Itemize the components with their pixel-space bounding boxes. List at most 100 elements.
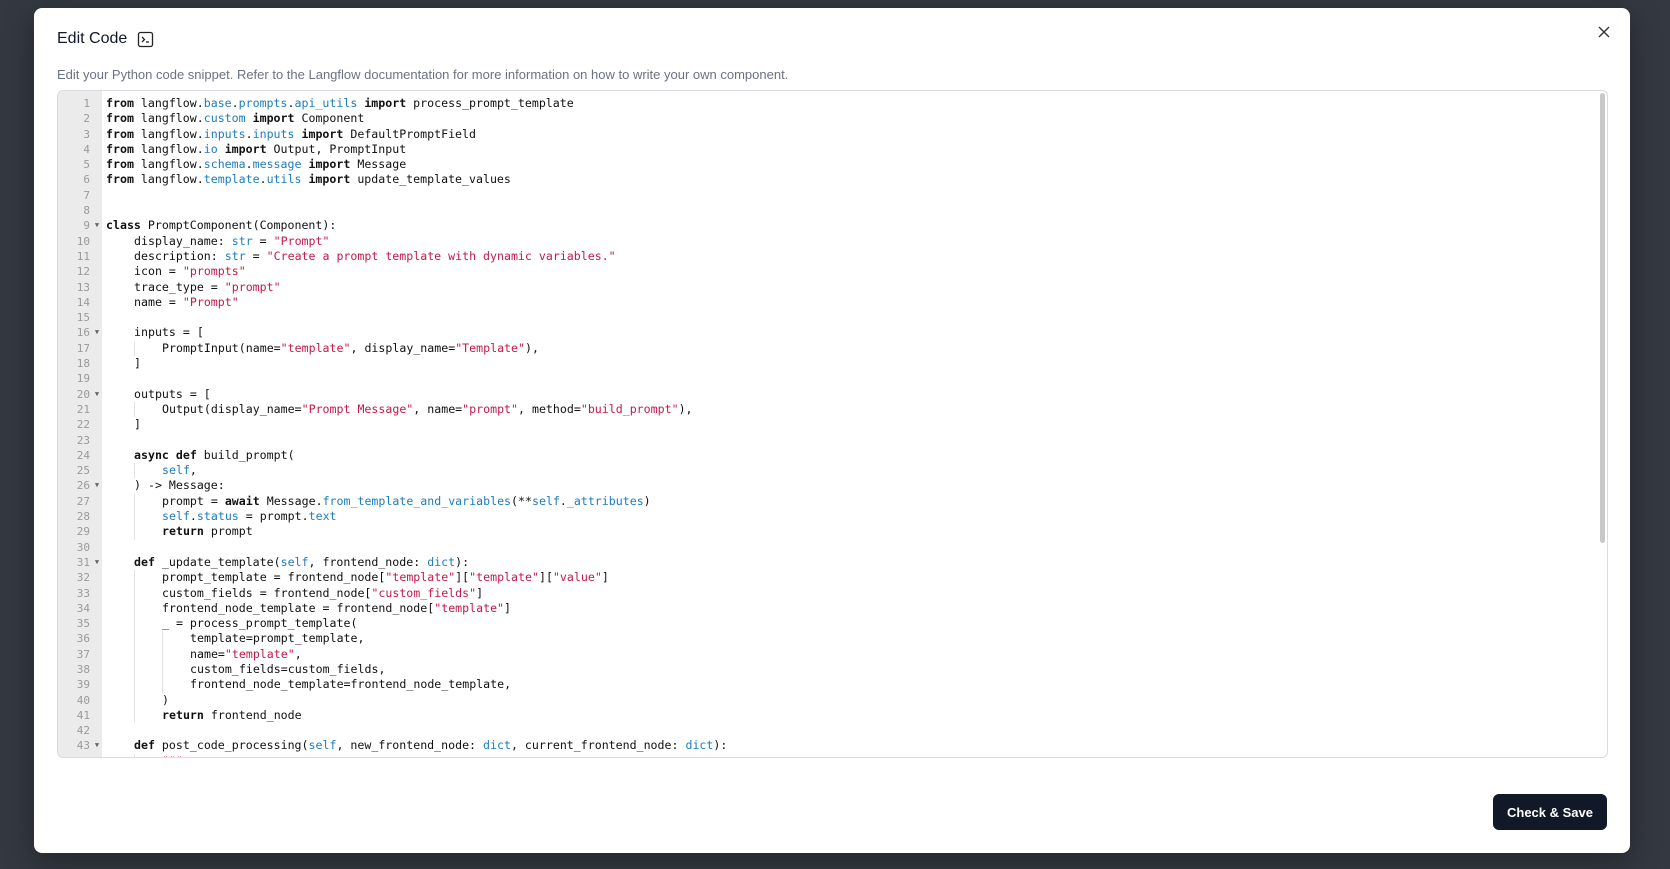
code-token: from_template_and_variables <box>322 493 512 508</box>
close-button[interactable] <box>1592 20 1616 44</box>
code-line[interactable]: 37 name="template", <box>58 646 1607 662</box>
code-token: "Prompt" <box>182 294 239 309</box>
code-line[interactable]: 28 self.status = prompt.text <box>58 509 1607 525</box>
code-line[interactable]: 4 from langflow.io import Output, PromptI… <box>58 142 1607 157</box>
indent-guide <box>134 646 162 662</box>
code-token: inputs = [ <box>134 325 204 340</box>
code-line[interactable]: 3 from langflow.inputs.inputs import Defa… <box>58 127 1607 142</box>
code-line[interactable]: 21 Output(display_name="Prompt Message", … <box>58 401 1607 418</box>
check-and-save-button[interactable]: Check & Save <box>1493 794 1607 830</box>
line-number: 32 <box>76 571 90 585</box>
code-line[interactable]: 18] <box>58 356 1607 371</box>
code-token: Message. <box>259 493 323 508</box>
code-text: class PromptComponent(Component): <box>102 218 336 233</box>
code-line[interactable]: 9 ▼ class PromptComponent(Component): <box>58 218 1607 233</box>
code-line[interactable]: 35 _ = process_prompt_template( <box>58 616 1607 632</box>
line-number: 9 <box>83 219 90 233</box>
code-line[interactable]: 38 custom_fields=custom_fields, <box>58 661 1607 678</box>
code-line[interactable]: 2 from langflow.custom import Component <box>58 111 1607 126</box>
code-token: self <box>162 463 190 478</box>
code-text: _ = process_prompt_template( <box>102 616 357 632</box>
code-line[interactable]: 39 frontend_node_template=frontend_node_t… <box>58 677 1607 693</box>
code-token: "prompt" <box>224 279 281 294</box>
code-line[interactable]: 43 ▼ def post_code_processing(self, new_fr… <box>58 738 1607 753</box>
indent-guide <box>162 677 190 693</box>
code-token: langflow. <box>133 157 204 172</box>
code-token: Output, PromptInput <box>266 141 407 156</box>
code-line[interactable]: 14 name = "Prompt" <box>58 295 1607 310</box>
code-line[interactable]: 41 return frontend_node <box>58 707 1607 724</box>
code-line[interactable]: 27 prompt = await Message.from_template_a… <box>58 493 1607 510</box>
code-editor[interactable]: 1 from langflow.base.prompts.api_utils im… <box>57 90 1608 758</box>
code-line[interactable]: 24 async def build_prompt( <box>58 448 1607 463</box>
code-line[interactable]: 16 ▼ inputs = [ <box>58 325 1607 340</box>
code-line[interactable]: 32 prompt_template = frontend_node["templ… <box>58 570 1607 586</box>
indent-guide <box>106 708 134 723</box>
code-token: "build_prompt" <box>580 401 679 416</box>
line-number: 8 <box>83 204 90 218</box>
code-line[interactable]: 19 <box>58 371 1607 386</box>
code-line[interactable]: 23 <box>58 433 1607 448</box>
code-token: build_prompt( <box>196 447 295 462</box>
editor-scrollbar[interactable] <box>1600 93 1605 543</box>
code-token: , current_frontend_node: <box>510 738 686 753</box>
code-line[interactable]: 30 <box>58 540 1607 555</box>
code-token: DefaultPromptField <box>343 126 476 141</box>
code-token: utils <box>266 172 302 187</box>
line-number: 43 <box>76 739 90 753</box>
code-token: dict <box>427 554 456 569</box>
code-token: , frontend_node: <box>308 554 428 569</box>
code-line[interactable]: 22] <box>58 417 1607 432</box>
code-line[interactable]: 15 <box>58 310 1607 325</box>
code-line[interactable]: 11 description: str = "Create a prompt te… <box>58 249 1607 264</box>
code-token: prompt_template = frontend_node[ <box>162 570 386 585</box>
code-token: ][ <box>455 570 470 585</box>
code-token: = <box>245 248 267 263</box>
code-text: description: str = "Create a prompt temp… <box>102 249 616 264</box>
indent-guide <box>106 402 134 417</box>
code-token: icon = <box>134 264 183 279</box>
code-line[interactable]: 7 <box>58 188 1607 203</box>
code-line[interactable]: 25 self, <box>58 463 1607 479</box>
line-number: 31 <box>76 555 90 569</box>
code-line[interactable]: 6 from langflow.template.utils import upd… <box>58 172 1607 187</box>
line-number: 35 <box>76 617 90 631</box>
fold-toggle-icon[interactable]: ▼ <box>92 218 102 233</box>
code-line[interactable]: 8 <box>58 203 1607 218</box>
code-text: """ <box>102 753 183 757</box>
code-line[interactable]: 42 <box>58 723 1607 738</box>
code-line[interactable]: 33 custom_fields = frontend_node["custom_… <box>58 585 1607 601</box>
indent-guide <box>106 631 134 646</box>
code-text: outputs = [ <box>102 387 211 402</box>
code-line[interactable]: 40) <box>58 692 1607 708</box>
code-line[interactable]: 10 display_name: str = "Prompt" <box>58 234 1607 249</box>
code-line[interactable]: 31 ▼ def _update_template(self, frontend_n… <box>58 555 1607 570</box>
line-number: 39 <box>76 678 90 692</box>
code-line[interactable]: 26 ▼) -> Message: <box>58 478 1607 493</box>
fold-toggle-icon[interactable]: ▼ <box>92 325 102 340</box>
code-line[interactable]: 1 from langflow.base.prompts.api_utils im… <box>58 96 1607 111</box>
code-line[interactable]: 13 trace_type = "prompt" <box>58 280 1607 295</box>
code-line[interactable]: 34 frontend_node_template = frontend_node… <box>58 600 1607 617</box>
code-token: ), <box>525 340 539 355</box>
indent-guide <box>106 448 134 463</box>
fold-toggle-icon[interactable]: ▼ <box>92 555 102 570</box>
fold-toggle-icon[interactable]: ▼ <box>92 738 102 753</box>
code-line[interactable]: 36 template=prompt_template, <box>58 631 1607 647</box>
code-line[interactable]: 29 return prompt <box>58 524 1607 540</box>
indent-guide <box>134 692 162 708</box>
fold-toggle-icon[interactable]: ▼ <box>92 387 102 402</box>
code-token: "Prompt" <box>273 233 330 248</box>
code-line[interactable]: 20 ▼ outputs = [ <box>58 387 1607 402</box>
fold-toggle-icon[interactable]: ▼ <box>92 478 102 493</box>
code-line[interactable]: 44 """ <box>58 753 1607 757</box>
code-line[interactable]: 5 from langflow.schema.message import Mes… <box>58 157 1607 172</box>
code-line[interactable]: 12 icon = "prompts" <box>58 264 1607 279</box>
code-line[interactable]: 17 PromptInput(name="template", display_n… <box>58 340 1607 357</box>
line-number: 18 <box>76 357 90 371</box>
